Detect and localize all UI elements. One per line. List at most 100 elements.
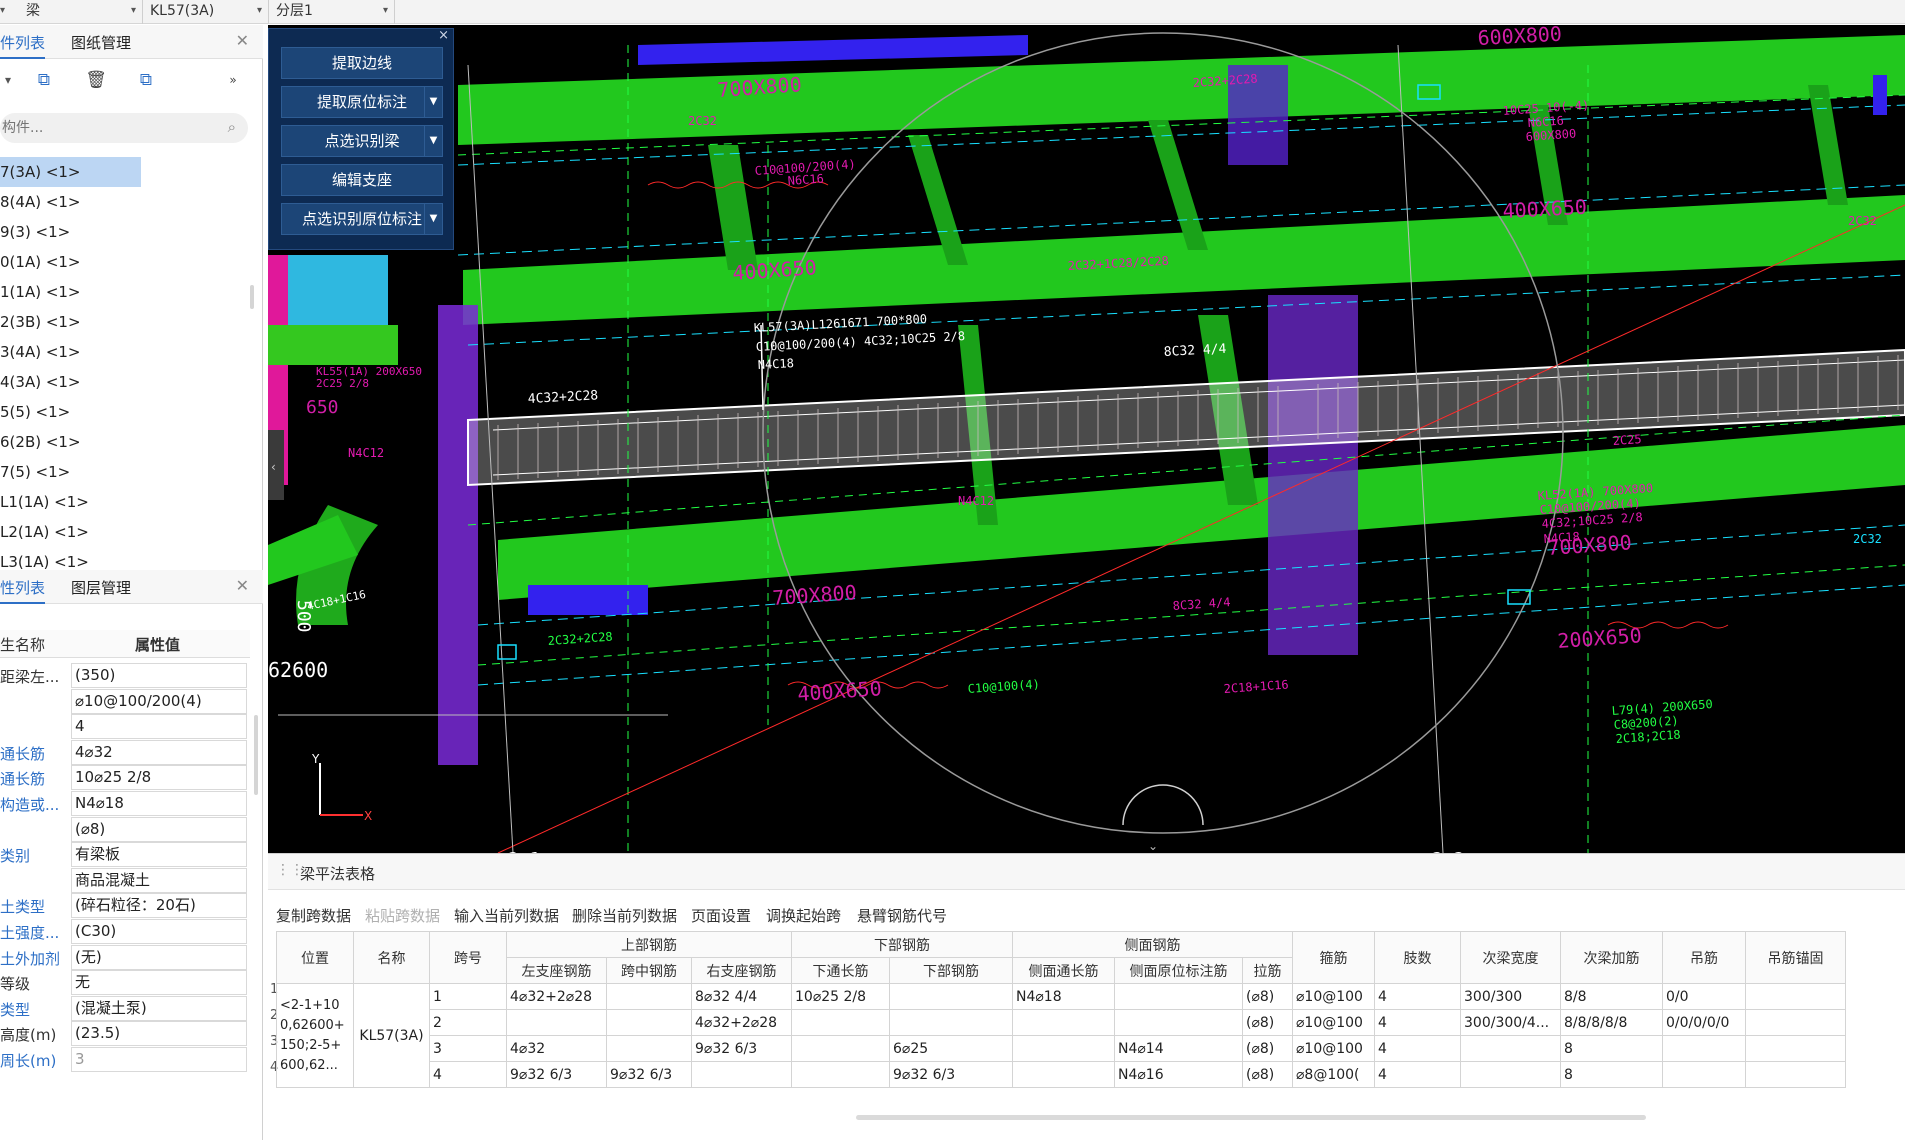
table-cell[interactable]: 10⌀25 2/8 — [791, 983, 890, 1010]
table-cell[interactable]: 9⌀32 6/3 — [889, 1061, 1013, 1088]
delete-column-button[interactable]: 删除当前列数据 — [572, 905, 677, 926]
table-cell[interactable]: 8/8/8/8/8 — [1560, 1009, 1663, 1036]
list-item[interactable]: 5(5) <1> — [0, 397, 250, 427]
list-item[interactable]: L1(1A) <1> — [0, 487, 250, 517]
property-value-field[interactable]: (无) — [71, 944, 247, 970]
property-value-field[interactable]: (23.5) — [71, 1021, 247, 1047]
input-column-button[interactable]: 输入当前列数据 — [454, 905, 559, 926]
dropdown-icon[interactable]: ▾ — [0, 67, 22, 93]
table-cell[interactable]: ⌀8@100( — [1292, 1061, 1375, 1088]
table-cell[interactable]: 8⌀32 4/4 — [691, 983, 792, 1010]
page-setup-button[interactable]: 页面设置 — [691, 905, 751, 926]
list-item[interactable]: L2(1A) <1> — [0, 517, 250, 547]
table-cell[interactable]: 1 — [429, 983, 507, 1010]
property-value-field[interactable]: 无 — [71, 970, 247, 996]
table-row[interactable]: 4 9⌀32 6/3 9⌀32 6/3 9⌀32 6/3 N4⌀16 (⌀8) ⌀8@100… — [277, 1061, 1846, 1088]
pick-recognize-beam-button[interactable]: 点选识别梁 ▼ — [281, 125, 443, 157]
list-item[interactable]: 3(4A) <1> — [0, 337, 250, 367]
property-value-field[interactable]: (350) — [71, 663, 247, 688]
cantilever-code-button[interactable]: 悬臂钢筋代号 — [857, 905, 947, 926]
search-icon[interactable]: ⌕ — [228, 118, 236, 136]
close-icon[interactable]: × — [438, 28, 449, 43]
component-select[interactable]: KL57(3A) ▾ — [144, 0, 269, 24]
table-cell[interactable]: 9⌀32 6/3 — [506, 1061, 607, 1088]
list-scrollbar[interactable] — [250, 285, 254, 309]
table-cell[interactable]: ⌀10@100 — [1292, 1009, 1375, 1036]
table-cell[interactable] — [1745, 1035, 1846, 1062]
table-horizontal-scrollbar[interactable] — [856, 1115, 1646, 1120]
property-value-field[interactable]: 10⌀25 2/8 — [71, 765, 247, 791]
property-scrollbar[interactable] — [254, 715, 258, 795]
close-icon[interactable]: ✕ — [236, 576, 249, 595]
cad-canvas[interactable]: Y X 700X800 600X800 400X650 400X650 700X… — [268, 25, 1905, 853]
table-cell[interactable]: N4⌀16 — [1114, 1061, 1243, 1088]
table-cell[interactable]: N4⌀14 — [1114, 1035, 1243, 1062]
table-cell[interactable]: 300/300 — [1460, 983, 1561, 1010]
layer-select[interactable]: 分层1 ▾ — [270, 0, 395, 24]
property-value-field[interactable]: (碎石粒径：20石) — [71, 893, 247, 919]
search-input[interactable] — [0, 113, 210, 143]
table-cell[interactable] — [506, 1009, 607, 1036]
table-cell[interactable]: N4⌀18 — [1012, 983, 1115, 1010]
table-cell[interactable] — [889, 1009, 1013, 1036]
list-item[interactable]: 0(1A) <1> — [0, 247, 250, 277]
table-cell[interactable]: 3 — [429, 1035, 507, 1062]
table-cell[interactable] — [791, 1035, 890, 1062]
table-cell[interactable]: 4⌀32+2⌀28 — [506, 983, 607, 1010]
table-cell[interactable] — [1460, 1035, 1561, 1062]
swap-start-span-button[interactable]: 调换起始跨 — [766, 905, 841, 926]
extract-annotation-button[interactable]: 提取原位标注 ▼ — [281, 86, 443, 118]
table-cell[interactable] — [691, 1061, 792, 1088]
copy-span-button[interactable]: 复制跨数据 — [276, 905, 351, 926]
table-cell[interactable]: 0/0 — [1662, 983, 1746, 1010]
table-cell[interactable] — [1745, 1061, 1846, 1088]
table-cell[interactable]: 9⌀32 6/3 — [606, 1061, 692, 1088]
list-item[interactable]: 7(3A) <1> — [0, 157, 141, 187]
property-value-field[interactable]: (⌀8) — [71, 816, 247, 842]
list-item[interactable]: 6(2B) <1> — [0, 427, 250, 457]
table-cell[interactable] — [1114, 1009, 1243, 1036]
table-cell[interactable]: 8/8 — [1560, 983, 1663, 1010]
chevron-down-icon[interactable]: ▼ — [424, 204, 442, 234]
chevron-down-icon[interactable]: ▼ — [424, 126, 442, 156]
table-cell[interactable] — [791, 1061, 890, 1088]
copy-icon[interactable]: ⧉ — [30, 67, 58, 93]
property-value-field[interactable]: (C30) — [71, 919, 247, 944]
table-cell[interactable] — [1662, 1061, 1746, 1088]
table-cell[interactable] — [606, 983, 692, 1010]
delete-icon[interactable]: 🗑 — [82, 67, 110, 93]
chevron-down-icon[interactable]: ⌄ — [1148, 839, 1158, 853]
list-item[interactable]: 8(4A) <1> — [0, 187, 250, 217]
table-cell[interactable] — [1460, 1061, 1561, 1088]
tab-property-list[interactable]: 性列表 — [0, 577, 46, 604]
table-row[interactable]: <2-1+10 0,62600+ 150;2-5+ 600,62... KL57(3A)… — [276, 983, 1846, 1088]
position-cell[interactable]: <2-1+10 0,62600+ 150;2-5+ 600,62... — [276, 983, 354, 1088]
list-item[interactable]: 1(1A) <1> — [0, 277, 250, 307]
property-value-field[interactable]: (混凝土泵) — [71, 995, 247, 1021]
table-cell[interactable]: 4 — [1374, 1035, 1461, 1062]
property-value-field[interactable]: N4⌀18 — [71, 791, 247, 816]
extract-edge-button[interactable]: 提取边线 — [281, 47, 443, 79]
table-cell[interactable] — [791, 1009, 890, 1036]
table-cell[interactable]: 4 — [1374, 1061, 1461, 1088]
table-cell[interactable] — [606, 1009, 692, 1036]
table-cell[interactable] — [1012, 1009, 1115, 1036]
copy-to-floor-icon[interactable]: ⧉ — [132, 67, 160, 93]
paste-span-button[interactable]: 粘贴跨数据 — [365, 905, 440, 926]
property-value-field[interactable]: 商品混凝土 — [71, 867, 247, 893]
table-cell[interactable]: 4 — [429, 1061, 507, 1088]
tab-layer-management[interactable]: 图层管理 — [71, 577, 131, 598]
chevron-down-icon[interactable]: ▼ — [424, 87, 442, 117]
table-cell[interactable]: 9⌀32 6/3 — [691, 1035, 792, 1062]
table-cell[interactable]: (⌀8) — [1242, 1035, 1293, 1062]
table-cell[interactable]: 4 — [1374, 983, 1461, 1010]
table-row[interactable]: 2 4⌀32+2⌀28 (⌀8) ⌀10@100 4 300/300/4... 8/8/8/… — [277, 1009, 1846, 1036]
property-value-field[interactable]: 有梁板 — [71, 842, 247, 868]
close-icon[interactable]: ✕ — [236, 31, 249, 50]
property-value-field[interactable]: 4⌀32 — [71, 739, 247, 765]
tab-drawing-management[interactable]: 图纸管理 — [71, 32, 131, 53]
pick-recognize-annotation-button[interactable]: 点选识别原位标注 ▼ — [281, 203, 443, 235]
table-cell[interactable] — [1662, 1035, 1746, 1062]
table-cell[interactable] — [1745, 1009, 1846, 1036]
table-cell[interactable]: (⌀8) — [1242, 1009, 1293, 1036]
